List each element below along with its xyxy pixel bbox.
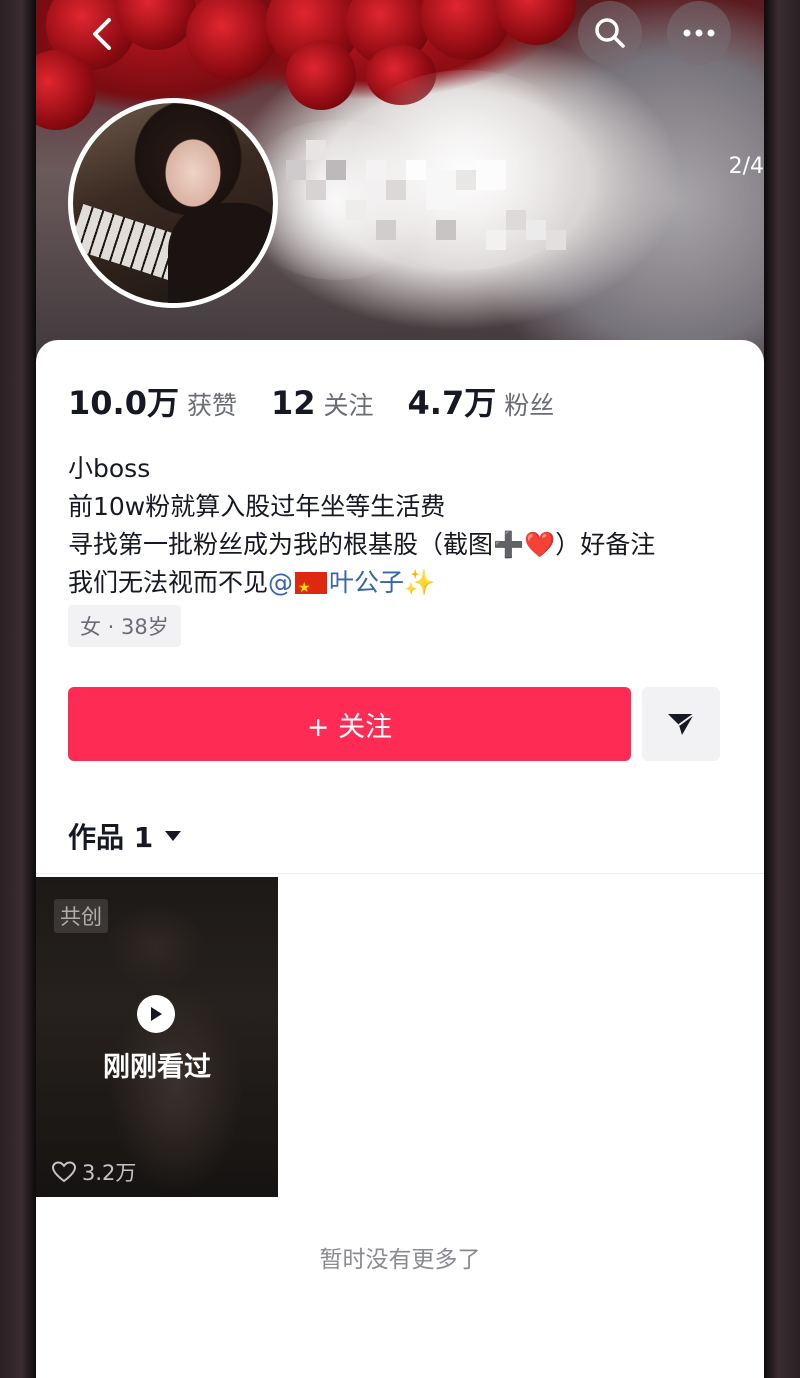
bio-text-segment: ）好备注 <box>555 530 656 559</box>
avatar-figure <box>168 203 273 303</box>
stats-row: 10.0万 获赞 12 关注 4.7万 粉丝 <box>68 378 588 424</box>
send-icon <box>668 713 695 735</box>
sparkle-emoji: ✨ <box>404 568 436 597</box>
rose-decoration <box>286 40 356 110</box>
bio-text: 小boss 前10w粉就算入股过年坐等生活费 寻找第一批粉丝成为我的根基股（截图… <box>68 450 748 607</box>
bio-line: 我们无法视而不见@ 叶公子✨ <box>68 564 748 607</box>
mention-name: 叶公子 <box>329 568 405 597</box>
bio-line: 前10w粉就算入股过年坐等生活费 <box>68 492 446 521</box>
rose-decoration <box>496 0 576 45</box>
followers-label[interactable]: 粉丝 <box>504 386 554 422</box>
play-icon <box>137 995 175 1033</box>
search-icon <box>595 18 625 48</box>
bio-text-segment: 我们无法视而不见 <box>68 568 269 597</box>
back-chevron-icon <box>93 18 111 50</box>
likes-count[interactable]: 10.0万 <box>68 378 179 424</box>
message-button[interactable] <box>642 687 720 761</box>
bio-line: 寻找第一批粉丝成为我的根基股（截图➕❤️）好备注 <box>68 526 748 564</box>
avatar[interactable] <box>68 98 278 308</box>
rose-decoration <box>186 0 276 80</box>
more-dots-icon <box>683 29 715 37</box>
mention-link[interactable]: @ 叶公子 <box>268 568 405 607</box>
followers-count[interactable]: 4.7万 <box>408 378 497 424</box>
more-button[interactable] <box>667 1 731 65</box>
video-thumbnail[interactable]: 共创 刚刚看过 3.2万 <box>36 877 278 1197</box>
back-button[interactable] <box>78 8 126 60</box>
likes-label[interactable]: 获赞 <box>187 386 237 422</box>
tab-works[interactable]: 作品 1 <box>68 816 183 856</box>
following-count[interactable]: 12 <box>271 384 316 422</box>
device-frame-right <box>764 0 800 1378</box>
obscured-username-mosaic <box>286 140 576 260</box>
heart-emoji: ❤️ <box>524 530 556 559</box>
search-button[interactable] <box>578 1 642 65</box>
end-of-list-text: 暂时没有更多了 <box>319 1247 481 1273</box>
mention-at: @ <box>268 568 294 597</box>
bio-line: 小boss <box>68 454 151 483</box>
caret-down-icon <box>165 831 182 841</box>
tab-divider <box>36 873 764 874</box>
recently-viewed-label: 刚刚看过 <box>103 1052 211 1083</box>
profile-card: 10.0万 获赞 12 关注 4.7万 粉丝 小boss 前10w粉就算入股过年… <box>36 340 764 1378</box>
banner-page-indicator: 2/4 <box>728 154 764 179</box>
plus-emoji: ➕ <box>493 530 525 559</box>
following-label[interactable]: 关注 <box>324 386 374 422</box>
profile-screen: 2/4 10.0万 获赞 12 关注 4.7万 粉丝 小boss 前10w粉就算… <box>36 0 764 1378</box>
china-flag-icon <box>295 569 328 607</box>
gender-age-tag: 女 · 38岁 <box>68 605 181 647</box>
heart-outline-icon <box>52 1161 76 1183</box>
video-likes: 3.2万 <box>52 1157 136 1187</box>
follow-button[interactable]: + 关注 <box>68 687 631 761</box>
bio-text-segment: 寻找第一批粉丝成为我的根基股（截图 <box>68 530 494 559</box>
video-likes-count: 3.2万 <box>82 1161 137 1185</box>
works-tab-label: 作品 1 <box>68 821 154 854</box>
profile-banner: 2/4 <box>36 0 764 380</box>
device-frame-left <box>0 0 36 1378</box>
collab-badge: 共创 <box>54 899 108 933</box>
